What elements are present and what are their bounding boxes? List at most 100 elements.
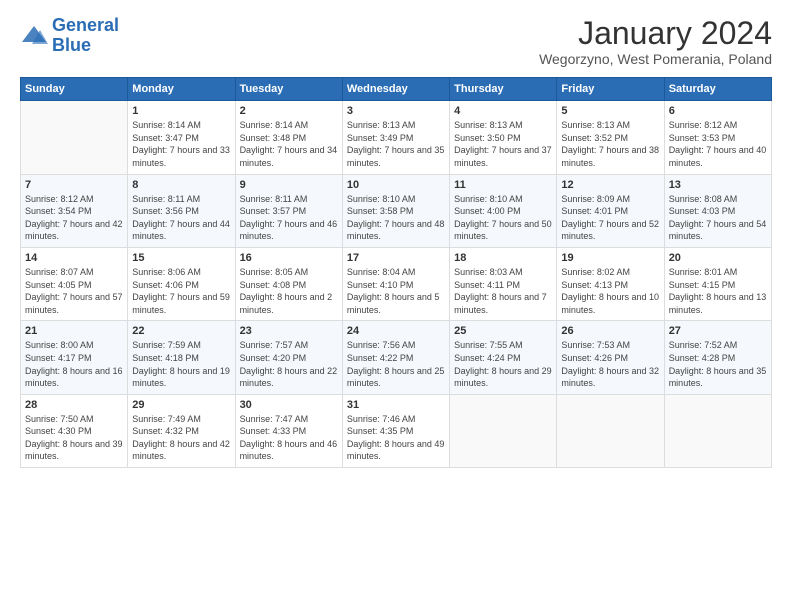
day-info: Sunrise: 7:57 AMSunset: 4:20 PMDaylight:… [240, 339, 338, 389]
col-header-thursday: Thursday [450, 78, 557, 101]
day-cell: 23 Sunrise: 7:57 AMSunset: 4:20 PMDaylig… [235, 321, 342, 394]
day-cell: 24 Sunrise: 7:56 AMSunset: 4:22 PMDaylig… [342, 321, 449, 394]
subtitle: Wegorzyno, West Pomerania, Poland [539, 51, 772, 67]
day-number: 2 [240, 105, 338, 117]
day-number: 13 [669, 179, 767, 191]
day-cell: 5 Sunrise: 8:13 AMSunset: 3:52 PMDayligh… [557, 101, 664, 174]
day-info: Sunrise: 8:06 AMSunset: 4:06 PMDaylight:… [132, 266, 230, 316]
day-number: 27 [669, 325, 767, 337]
day-number: 6 [669, 105, 767, 117]
day-cell: 2 Sunrise: 8:14 AMSunset: 3:48 PMDayligh… [235, 101, 342, 174]
page: General Blue January 2024 Wegorzyno, Wes… [0, 0, 792, 478]
day-cell: 19 Sunrise: 8:02 AMSunset: 4:13 PMDaylig… [557, 247, 664, 320]
col-header-wednesday: Wednesday [342, 78, 449, 101]
day-cell: 4 Sunrise: 8:13 AMSunset: 3:50 PMDayligh… [450, 101, 557, 174]
day-number: 8 [132, 179, 230, 191]
day-cell: 30 Sunrise: 7:47 AMSunset: 4:33 PMDaylig… [235, 394, 342, 467]
day-cell: 15 Sunrise: 8:06 AMSunset: 4:06 PMDaylig… [128, 247, 235, 320]
day-info: Sunrise: 8:13 AMSunset: 3:50 PMDaylight:… [454, 119, 552, 169]
title-block: January 2024 Wegorzyno, West Pomerania, … [539, 16, 772, 67]
col-header-friday: Friday [557, 78, 664, 101]
logo-line1: General [52, 15, 119, 35]
day-number: 25 [454, 325, 552, 337]
day-number: 17 [347, 252, 445, 264]
day-number: 24 [347, 325, 445, 337]
day-cell: 29 Sunrise: 7:49 AMSunset: 4:32 PMDaylig… [128, 394, 235, 467]
day-cell: 12 Sunrise: 8:09 AMSunset: 4:01 PMDaylig… [557, 174, 664, 247]
week-row-1: 7 Sunrise: 8:12 AMSunset: 3:54 PMDayligh… [21, 174, 772, 247]
day-cell: 7 Sunrise: 8:12 AMSunset: 3:54 PMDayligh… [21, 174, 128, 247]
day-cell: 31 Sunrise: 7:46 AMSunset: 4:35 PMDaylig… [342, 394, 449, 467]
day-number: 15 [132, 252, 230, 264]
day-cell: 26 Sunrise: 7:53 AMSunset: 4:26 PMDaylig… [557, 321, 664, 394]
header-row: SundayMondayTuesdayWednesdayThursdayFrid… [21, 78, 772, 101]
day-info: Sunrise: 7:47 AMSunset: 4:33 PMDaylight:… [240, 413, 338, 463]
day-cell: 14 Sunrise: 8:07 AMSunset: 4:05 PMDaylig… [21, 247, 128, 320]
day-number: 10 [347, 179, 445, 191]
week-row-4: 28 Sunrise: 7:50 AMSunset: 4:30 PMDaylig… [21, 394, 772, 467]
header: General Blue January 2024 Wegorzyno, Wes… [20, 16, 772, 67]
day-info: Sunrise: 7:55 AMSunset: 4:24 PMDaylight:… [454, 339, 552, 389]
day-info: Sunrise: 8:04 AMSunset: 4:10 PMDaylight:… [347, 266, 445, 316]
day-number: 31 [347, 399, 445, 411]
day-number: 1 [132, 105, 230, 117]
col-header-monday: Monday [128, 78, 235, 101]
day-cell [450, 394, 557, 467]
day-info: Sunrise: 8:14 AMSunset: 3:47 PMDaylight:… [132, 119, 230, 169]
day-info: Sunrise: 7:53 AMSunset: 4:26 PMDaylight:… [561, 339, 659, 389]
day-info: Sunrise: 8:07 AMSunset: 4:05 PMDaylight:… [25, 266, 123, 316]
day-info: Sunrise: 8:13 AMSunset: 3:52 PMDaylight:… [561, 119, 659, 169]
day-cell: 6 Sunrise: 8:12 AMSunset: 3:53 PMDayligh… [664, 101, 771, 174]
day-info: Sunrise: 8:11 AMSunset: 3:57 PMDaylight:… [240, 193, 338, 243]
day-info: Sunrise: 8:11 AMSunset: 3:56 PMDaylight:… [132, 193, 230, 243]
week-row-2: 14 Sunrise: 8:07 AMSunset: 4:05 PMDaylig… [21, 247, 772, 320]
day-cell: 9 Sunrise: 8:11 AMSunset: 3:57 PMDayligh… [235, 174, 342, 247]
week-row-3: 21 Sunrise: 8:00 AMSunset: 4:17 PMDaylig… [21, 321, 772, 394]
day-number: 4 [454, 105, 552, 117]
day-info: Sunrise: 8:14 AMSunset: 3:48 PMDaylight:… [240, 119, 338, 169]
day-cell: 20 Sunrise: 8:01 AMSunset: 4:15 PMDaylig… [664, 247, 771, 320]
day-number: 16 [240, 252, 338, 264]
day-cell: 1 Sunrise: 8:14 AMSunset: 3:47 PMDayligh… [128, 101, 235, 174]
day-number: 19 [561, 252, 659, 264]
day-number: 18 [454, 252, 552, 264]
day-info: Sunrise: 8:10 AMSunset: 4:00 PMDaylight:… [454, 193, 552, 243]
day-info: Sunrise: 7:50 AMSunset: 4:30 PMDaylight:… [25, 413, 123, 463]
day-cell: 17 Sunrise: 8:04 AMSunset: 4:10 PMDaylig… [342, 247, 449, 320]
col-header-saturday: Saturday [664, 78, 771, 101]
day-number: 11 [454, 179, 552, 191]
day-info: Sunrise: 7:59 AMSunset: 4:18 PMDaylight:… [132, 339, 230, 389]
day-info: Sunrise: 7:46 AMSunset: 4:35 PMDaylight:… [347, 413, 445, 463]
col-header-tuesday: Tuesday [235, 78, 342, 101]
day-info: Sunrise: 8:12 AMSunset: 3:53 PMDaylight:… [669, 119, 767, 169]
day-info: Sunrise: 8:01 AMSunset: 4:15 PMDaylight:… [669, 266, 767, 316]
day-cell: 18 Sunrise: 8:03 AMSunset: 4:11 PMDaylig… [450, 247, 557, 320]
day-info: Sunrise: 8:00 AMSunset: 4:17 PMDaylight:… [25, 339, 123, 389]
calendar-table: SundayMondayTuesdayWednesdayThursdayFrid… [20, 77, 772, 468]
day-info: Sunrise: 8:12 AMSunset: 3:54 PMDaylight:… [25, 193, 123, 243]
week-row-0: 1 Sunrise: 8:14 AMSunset: 3:47 PMDayligh… [21, 101, 772, 174]
day-number: 3 [347, 105, 445, 117]
main-title: January 2024 [539, 16, 772, 51]
day-cell: 3 Sunrise: 8:13 AMSunset: 3:49 PMDayligh… [342, 101, 449, 174]
day-cell [664, 394, 771, 467]
day-cell: 10 Sunrise: 8:10 AMSunset: 3:58 PMDaylig… [342, 174, 449, 247]
day-info: Sunrise: 8:13 AMSunset: 3:49 PMDaylight:… [347, 119, 445, 169]
day-number: 21 [25, 325, 123, 337]
day-number: 28 [25, 399, 123, 411]
day-info: Sunrise: 7:56 AMSunset: 4:22 PMDaylight:… [347, 339, 445, 389]
day-cell: 22 Sunrise: 7:59 AMSunset: 4:18 PMDaylig… [128, 321, 235, 394]
day-info: Sunrise: 8:02 AMSunset: 4:13 PMDaylight:… [561, 266, 659, 316]
day-cell: 8 Sunrise: 8:11 AMSunset: 3:56 PMDayligh… [128, 174, 235, 247]
day-cell: 21 Sunrise: 8:00 AMSunset: 4:17 PMDaylig… [21, 321, 128, 394]
day-number: 9 [240, 179, 338, 191]
day-number: 22 [132, 325, 230, 337]
day-number: 14 [25, 252, 123, 264]
day-number: 23 [240, 325, 338, 337]
day-info: Sunrise: 7:52 AMSunset: 4:28 PMDaylight:… [669, 339, 767, 389]
day-number: 5 [561, 105, 659, 117]
logo-line2: Blue [52, 35, 91, 55]
day-number: 26 [561, 325, 659, 337]
day-info: Sunrise: 8:08 AMSunset: 4:03 PMDaylight:… [669, 193, 767, 243]
day-number: 12 [561, 179, 659, 191]
